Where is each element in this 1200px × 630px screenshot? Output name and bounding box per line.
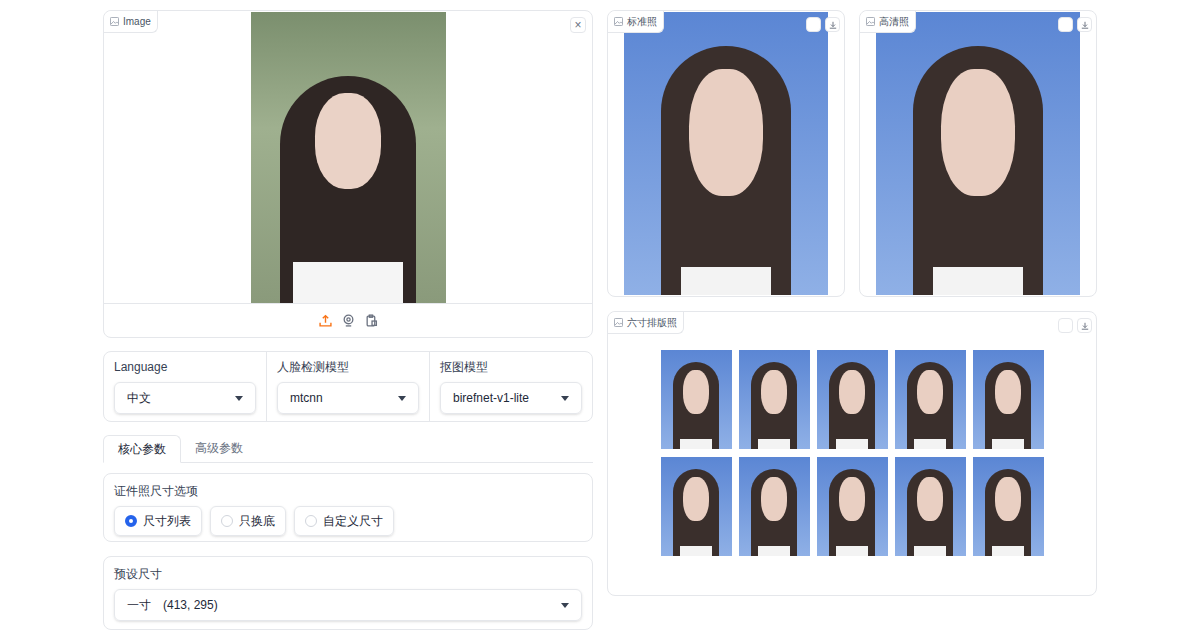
share-button[interactable] — [1058, 318, 1073, 333]
photo — [973, 457, 1044, 556]
clipboard-icon[interactable] — [365, 314, 378, 327]
panel-label: Image — [104, 11, 158, 33]
radio-option[interactable]: 尺寸列表 — [114, 506, 202, 536]
image-icon — [866, 17, 875, 26]
download-button[interactable] — [825, 17, 840, 32]
field-label: 预设尺寸 — [114, 565, 582, 583]
layout-panel: 六寸排版照 — [607, 311, 1097, 596]
input-toolbar — [104, 303, 592, 337]
field-label: 人脸检测模型 — [277, 358, 419, 376]
photo — [817, 350, 888, 449]
photo — [895, 350, 966, 449]
caret-down-icon — [561, 396, 569, 401]
photo — [624, 12, 828, 295]
image-icon — [110, 17, 119, 26]
dropdown[interactable]: 中文 — [114, 382, 256, 414]
close-button[interactable]: × — [570, 17, 586, 33]
model-field: 抠图模型 birefnet-v1-lite — [429, 352, 592, 421]
caret-down-icon — [561, 603, 569, 608]
download-button[interactable] — [1077, 17, 1092, 32]
input-panel: Image × — [103, 10, 593, 338]
photo — [739, 350, 810, 449]
share-button[interactable] — [806, 17, 821, 32]
photo — [895, 457, 966, 556]
webcam-icon[interactable] — [342, 314, 355, 327]
field-label: Language — [114, 358, 256, 376]
size-options: 证件照尺寸选项尺寸列表只换底自定义尺寸 — [103, 473, 593, 542]
preset-box: 预设尺寸一寸(413, 295) — [103, 556, 593, 630]
panel-label: 高清照 — [860, 11, 916, 33]
tab-bar: 核心参数高级参数 — [103, 435, 593, 463]
radio-option[interactable]: 自定义尺寸 — [294, 506, 394, 536]
panel-tools — [806, 17, 840, 32]
radio-option[interactable]: 只换底 — [210, 506, 286, 536]
dropdown[interactable]: mtcnn — [277, 382, 419, 414]
field-label: 证件照尺寸选项 — [114, 482, 582, 500]
photo — [661, 350, 732, 449]
caret-down-icon — [235, 396, 243, 401]
panel-tools — [1058, 17, 1092, 32]
image-icon — [614, 17, 623, 26]
radio-circle — [305, 515, 317, 527]
model-field: Language 中文 — [104, 352, 266, 421]
photo — [739, 457, 810, 556]
panel-label: 标准照 — [608, 11, 664, 33]
right-column: 标准照 高清照六寸排版照 — [607, 10, 1097, 630]
tab[interactable]: 高级参数 — [181, 435, 257, 463]
download-button[interactable] — [1077, 318, 1092, 333]
output-panel: 标准照 — [607, 10, 845, 297]
panel-tools — [1058, 318, 1092, 333]
photo — [661, 457, 732, 556]
radio-circle — [221, 515, 233, 527]
download-icon — [1081, 322, 1089, 330]
output-panel: 高清照 — [859, 10, 1097, 297]
input-photo — [251, 12, 446, 303]
download-icon — [829, 21, 837, 29]
model-field: 人脸检测模型 mtcnn — [266, 352, 429, 421]
left-column: Image × Language 中文 人脸检测模型 mtcnn 抠图模型 birefnet-… — [103, 10, 593, 630]
app: Image × Language 中文 人脸检测模型 mtcnn 抠图模型 birefnet-… — [0, 0, 1200, 630]
share-button[interactable] — [1058, 17, 1073, 32]
field-label: 抠图模型 — [440, 358, 582, 376]
photo — [973, 350, 1044, 449]
preset-dropdown[interactable]: 一寸(413, 295) — [114, 589, 582, 621]
photo — [876, 12, 1080, 295]
radio-circle — [125, 515, 137, 527]
upload-icon[interactable] — [319, 314, 332, 327]
photo — [817, 457, 888, 556]
dropdown[interactable]: birefnet-v1-lite — [440, 382, 582, 414]
image-icon — [614, 318, 623, 327]
tab[interactable]: 核心参数 — [103, 435, 181, 463]
caret-down-icon — [398, 396, 406, 401]
model-row: Language 中文 人脸检测模型 mtcnn 抠图模型 birefnet-v1-lit… — [103, 351, 593, 422]
download-icon — [1081, 21, 1089, 29]
panel-label: 六寸排版照 — [608, 312, 684, 334]
